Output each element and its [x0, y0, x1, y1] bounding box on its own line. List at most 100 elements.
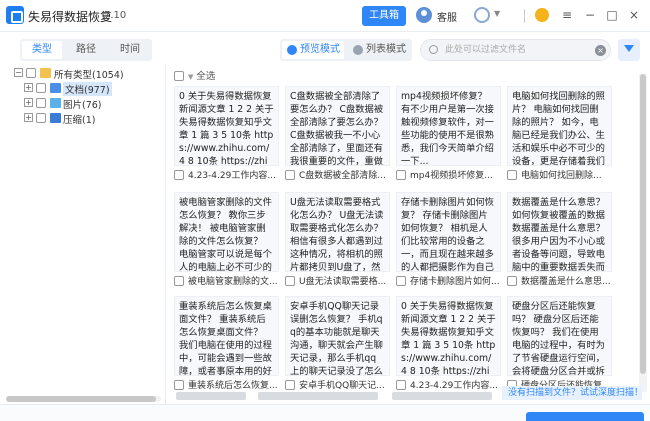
file-checkbox[interactable] — [285, 276, 295, 286]
select-all-checkbox[interactable] — [174, 71, 184, 81]
list-mode-button[interactable]: 列表模式 — [348, 41, 410, 59]
chevron-down-icon[interactable]: ▼ — [494, 9, 500, 18]
tree-item-label: 所有类型(1054) — [54, 70, 124, 81]
recover-button[interactable] — [526, 412, 644, 421]
file-checkbox[interactable] — [507, 170, 517, 180]
checkbox[interactable] — [26, 68, 36, 78]
file-type-tree: − 所有类型(1054) + 文档(977) + 图片(76) + 压缩(1) — [6, 64, 166, 404]
scrollbar-thumb[interactable] — [640, 74, 646, 374]
file-checkbox[interactable] — [174, 380, 184, 390]
file-name: 重装系统后怎么恢复... — [188, 381, 278, 391]
headset-icon[interactable] — [474, 7, 490, 23]
file-name-row: U盘无法读取需要格... — [285, 274, 390, 288]
file-checkbox[interactable] — [507, 276, 517, 286]
minimize-button[interactable]: − — [582, 6, 598, 24]
document-icon — [50, 83, 61, 93]
blurred-status-text — [392, 392, 492, 400]
tree-item-label: 图片(76) — [63, 100, 102, 111]
file-card[interactable]: 0 关于失易得数据恢复新闻源文章 1 2 2 关于失易得数据恢复知乎文章 1 篇… — [174, 86, 279, 185]
file-name: 数据覆盖是什么意思... — [521, 277, 611, 287]
tree-item-label: 压缩(1) — [63, 115, 96, 126]
file-name-row: 存储卡删除图片如何... — [396, 274, 501, 288]
filter-icon[interactable] — [618, 39, 640, 61]
tree-horizontal-scrollbar[interactable] — [6, 396, 161, 402]
file-name-row: 4.23-4.29工作内容... — [174, 168, 279, 182]
title-bar: 失易得数据恢复 7.10 工具箱 客服 ▼ ≡ − □ × — [0, 0, 650, 32]
collapse-icon[interactable]: − — [14, 68, 23, 77]
file-card[interactable]: 电脑如何找回删除的照片？ 电脑如何找回删除的照片？ 如今，电脑已经是我们办公、生… — [507, 86, 612, 185]
tree-item-archives[interactable]: + 压缩(1) — [6, 111, 166, 126]
search-icon — [429, 45, 438, 54]
expand-icon[interactable]: + — [24, 98, 33, 107]
category-tabs: 类型 路径 时间 — [20, 39, 152, 61]
checkbox[interactable] — [36, 98, 46, 108]
tree-item-documents[interactable]: + 文档(977) — [6, 81, 166, 96]
maximize-button[interactable]: □ — [604, 6, 620, 24]
file-name: U盘无法读取需要格... — [299, 277, 387, 287]
folder-icon — [40, 68, 51, 78]
expand-icon[interactable]: + — [24, 113, 33, 122]
file-card[interactable]: 安卓手机QQ聊天记录误删怎么恢复？ 手机qq的基本功能就是聊天沟通，聊天就会产生… — [285, 296, 390, 394]
file-name: mp4视频损坏修复... — [410, 171, 493, 181]
file-card[interactable]: 重装系统后怎么恢复桌面文件？ 重装系统后怎么恢复桌面文件？ 我们电脑在使用的过程… — [174, 296, 279, 394]
file-card[interactable]: mp4视频损坏修复？ 有不少用户是第一次接触视频修复软件，对一些功能的使用不是很… — [396, 86, 501, 185]
file-card[interactable]: 存储卡删除图片如何恢复？ 存储卡删除图片如何恢复？ 相机是人们比较常用的设备之一… — [396, 192, 501, 291]
deep-scan-link[interactable]: 没有扫描到文件？试试深度扫描！ — [502, 386, 642, 400]
file-preview-text: 0 关于失易得数据恢复新闻源文章 1 2 2 关于失易得数据恢复知乎文章 1 篇… — [396, 296, 501, 376]
select-all-label: 全选 — [196, 71, 216, 82]
file-checkbox[interactable] — [396, 276, 406, 286]
toolbox-button[interactable]: 工具箱 — [362, 6, 406, 26]
file-card[interactable]: 被电脑管家删除的文件怎么恢复？ 教你三步解决！ 被电脑管家删除的文件怎么恢复？ … — [174, 192, 279, 291]
tree-item-images[interactable]: + 图片(76) — [6, 96, 166, 111]
file-checkbox[interactable] — [285, 170, 295, 180]
image-icon — [50, 98, 61, 108]
menu-icon[interactable]: ≡ — [559, 6, 575, 24]
chevron-down-icon: ▼ — [188, 73, 194, 81]
tree-item-label: 文档(977) — [63, 82, 112, 96]
file-checkbox[interactable] — [285, 380, 295, 390]
file-checkbox[interactable] — [396, 170, 406, 180]
checkbox[interactable] — [36, 113, 46, 123]
search-box: × — [420, 39, 611, 61]
file-card[interactable]: 数据覆盖是什么意思？ 如何恢复被覆盖的数据 数据覆盖是什么意思？ 很多用户因为不… — [507, 192, 612, 291]
tab-type[interactable]: 类型 — [22, 41, 62, 59]
scrollbar-thumb[interactable] — [6, 396, 156, 402]
file-preview-text: 0 关于失易得数据恢复新闻源文章 1 2 2 关于失易得数据恢复知乎文章 1 篇… — [174, 86, 279, 166]
file-card[interactable]: U盘无法读取需要格式化怎么办？ U盘无法读取需要格式化怎么办？ 相信有很多人都遇… — [285, 192, 390, 291]
file-preview-text: 硬盘分区后还能恢复吗？ 硬盘分区后还能恢复吗？ 我们在使用电脑的过程中，有时为了… — [507, 296, 612, 376]
file-name: 安卓手机QQ聊天记... — [299, 381, 385, 391]
file-checkbox[interactable] — [174, 276, 184, 286]
customer-service-label[interactable]: 客服 — [437, 9, 457, 24]
app-window: 失易得数据恢复 7.10 工具箱 客服 ▼ ≡ − □ × 类型 路径 时间 预… — [0, 0, 650, 421]
tab-path[interactable]: 路径 — [66, 41, 106, 59]
content-vertical-scrollbar[interactable] — [639, 74, 647, 392]
clear-search-icon[interactable]: × — [595, 45, 606, 56]
file-name: 4.23-4.29工作内容... — [188, 171, 276, 181]
tab-time[interactable]: 时间 — [110, 41, 150, 59]
file-card[interactable]: 硬盘分区后还能恢复吗？ 硬盘分区后还能恢复吗？ 我们在使用电脑的过程中，有时为了… — [507, 296, 612, 394]
list-mode-label: 列表模式 — [366, 44, 406, 55]
search-input[interactable] — [445, 43, 585, 57]
file-name: 被电脑管家删除的文... — [188, 277, 278, 287]
file-preview-text: 安卓手机QQ聊天记录误删怎么恢复？ 手机qq的基本功能就是聊天沟通，聊天就会产生… — [285, 296, 390, 376]
user-avatar-icon[interactable] — [416, 7, 432, 23]
file-name: C盘数据被全部清除... — [299, 171, 386, 181]
titlebar-divider — [524, 9, 525, 23]
file-checkbox[interactable] — [174, 170, 184, 180]
file-checkbox[interactable] — [396, 380, 406, 390]
file-preview-text: 重装系统后怎么恢复桌面文件？ 重装系统后怎么恢复桌面文件？ 我们电脑在使用的过程… — [174, 296, 279, 376]
file-name-row: 数据覆盖是什么意思... — [507, 274, 612, 288]
preview-mode-icon — [287, 45, 297, 55]
checkbox[interactable] — [36, 83, 46, 93]
file-name-row: 重装系统后怎么恢复... — [174, 378, 279, 392]
expand-icon[interactable]: + — [24, 83, 33, 92]
blurred-status-text — [176, 392, 246, 400]
tree-item-all[interactable]: − 所有类型(1054) — [6, 66, 166, 81]
file-card[interactable]: C盘数据被全部清除了要怎么办？ C盘数据被全部清除了要怎么办？ C盘数据被我一不… — [285, 86, 390, 185]
file-card[interactable]: 0 关于失易得数据恢复新闻源文章 1 2 2 关于失易得数据恢复知乎文章 1 篇… — [396, 296, 501, 394]
vip-icon[interactable] — [535, 8, 549, 22]
app-title: 失易得数据恢复 — [28, 10, 113, 24]
preview-mode-button[interactable]: 预览模式 — [282, 41, 344, 59]
select-all[interactable]: ▼ 全选 — [174, 68, 215, 82]
close-button[interactable]: × — [626, 6, 642, 24]
